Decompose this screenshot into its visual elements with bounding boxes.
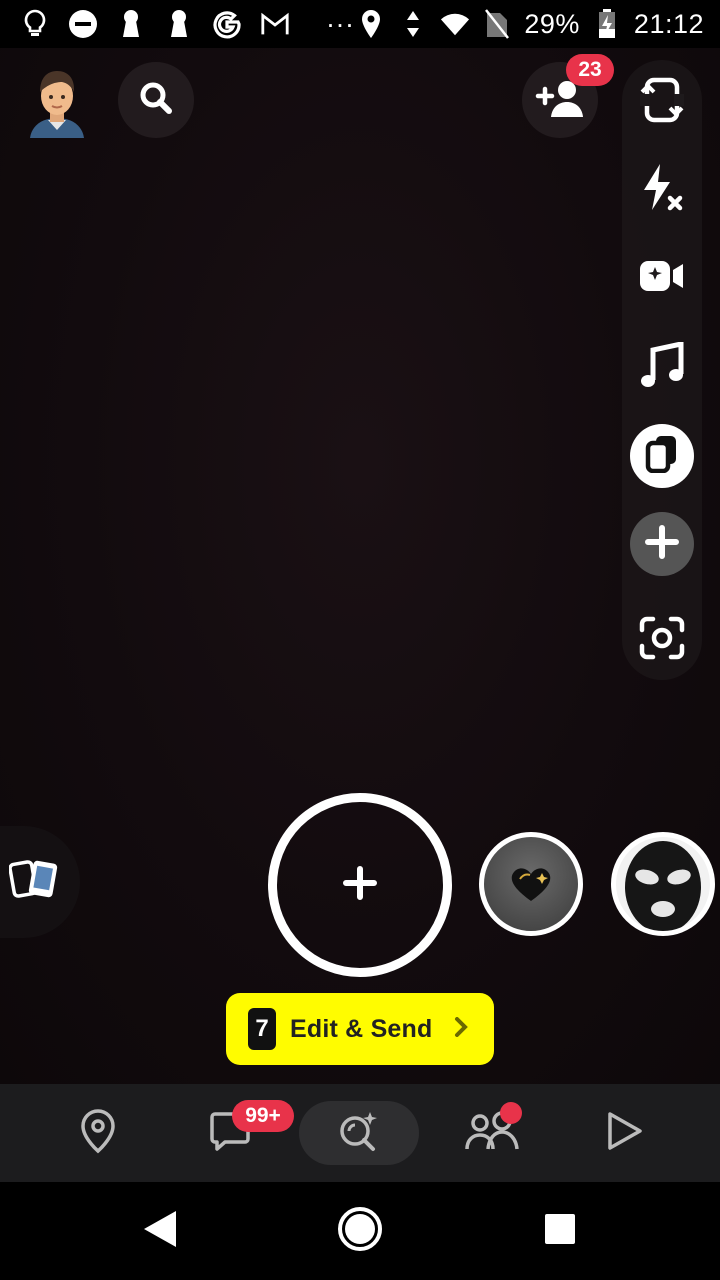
profile-avatar[interactable]: [24, 64, 90, 138]
lens-ski-mask[interactable]: [611, 832, 715, 936]
nav-camera-pill: [299, 1101, 419, 1165]
flip-camera-icon: [640, 74, 684, 131]
nav-stories[interactable]: [452, 1084, 532, 1182]
status-bar: ··· 29% 21:12: [0, 0, 720, 48]
clock: 21:12: [633, 8, 704, 39]
system-recents-button[interactable]: [530, 1182, 590, 1280]
stories-notification-dot: [500, 1102, 522, 1124]
nav-map[interactable]: [60, 1084, 136, 1182]
edit-and-send-button[interactable]: 7 Edit & Send: [226, 993, 494, 1065]
notification-icons: ···: [20, 9, 354, 40]
gmail-icon: [260, 9, 290, 39]
recents-square-icon: [544, 1213, 576, 1250]
google-g-icon: [212, 9, 242, 39]
nav-chat[interactable]: [192, 1084, 268, 1182]
memories-icon: [8, 857, 61, 908]
keyhole-icon: [116, 9, 146, 39]
chevron-right-icon: [454, 1016, 469, 1042]
lens-search-icon: [337, 1109, 381, 1158]
plus-icon: [645, 524, 679, 564]
data-arrows-icon: [398, 9, 428, 39]
map-pin-icon: [78, 1108, 118, 1159]
capture-button[interactable]: [268, 793, 452, 977]
location-icon: [356, 9, 386, 39]
video-chat-button[interactable]: [630, 246, 694, 310]
keyhole-icon: [164, 9, 194, 39]
ski-mask-lens-icon: [625, 841, 701, 931]
system-home-button[interactable]: [330, 1182, 390, 1280]
play-icon: [604, 1110, 644, 1157]
heart-lens-icon: [511, 868, 551, 901]
no-sim-icon: [482, 9, 512, 39]
multi-snap-icon: [645, 435, 679, 478]
wifi-icon: [440, 9, 470, 39]
search-icon: [138, 80, 174, 121]
do-not-disturb-icon: [68, 9, 98, 39]
battery-percent: 29%: [524, 8, 580, 39]
snap-count: 7: [248, 1008, 276, 1050]
system-status: 29% 21:12: [356, 9, 704, 40]
battery-charging-icon: [592, 9, 622, 39]
chat-unread-badge: 99+: [232, 1100, 294, 1132]
flash-off-button[interactable]: [630, 158, 694, 222]
lens-heart[interactable]: [479, 832, 583, 936]
scan-icon: [639, 616, 685, 665]
edit-send-label: Edit & Send: [290, 1014, 433, 1043]
status-overflow: ···: [326, 8, 355, 39]
scan-button[interactable]: [630, 608, 694, 672]
video-chat-icon: [639, 258, 685, 299]
friend-requests-badge: 23: [566, 54, 614, 86]
search-button[interactable]: [118, 62, 194, 138]
nav-camera[interactable]: [299, 1084, 419, 1182]
lightbulb-icon: [20, 9, 50, 39]
back-triangle-icon: [142, 1209, 178, 1254]
music-button[interactable]: [630, 336, 694, 400]
music-note-icon: [640, 340, 684, 395]
nav-discover[interactable]: [586, 1084, 662, 1182]
home-circle-icon: [337, 1206, 383, 1257]
system-back-button[interactable]: [130, 1182, 190, 1280]
flash-off-icon: [638, 162, 686, 219]
bottom-navigation: [0, 1084, 720, 1182]
more-tools-button[interactable]: [630, 512, 694, 576]
flip-camera-button[interactable]: [630, 70, 694, 134]
plus-icon: [342, 865, 378, 906]
system-navigation-bar: [0, 1182, 720, 1280]
multi-snap-button[interactable]: [630, 424, 694, 488]
